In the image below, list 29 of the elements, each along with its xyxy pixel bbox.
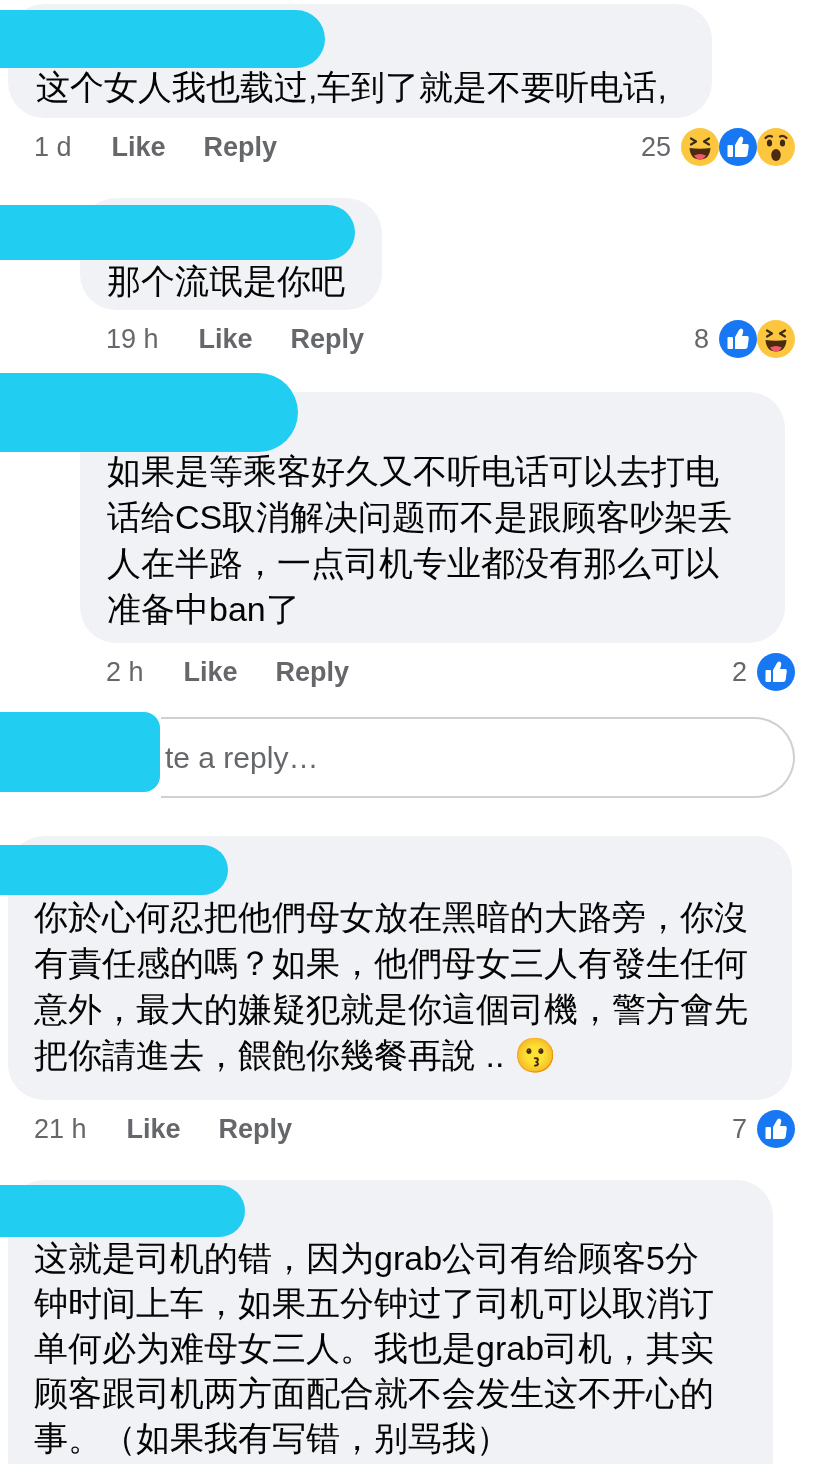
comment-text: 如果是等乘客好久又不听电话可以去打电话给CS取消解决问题而不是跟顾客吵架丢人在半路，一点司机专业都没有那么可以准备中ban了 <box>107 451 734 630</box>
reply-button[interactable]: Reply <box>218 1108 293 1150</box>
reply-input-field[interactable]: te a reply… <box>161 717 795 798</box>
reaction-count: 7 <box>731 1112 747 1146</box>
laughing-face-icon <box>681 128 719 166</box>
reply-button[interactable]: Reply <box>275 651 350 693</box>
comment-time: 19 h <box>106 322 159 356</box>
comment-text: 这就是司机的错，因为grab公司有给顾客5分钟时间上车，如果五分钟过了司机可以取消订单何必为难母女三人。我也是grab司机，其实顾客跟司机两方面配合就不会发生这不开心的事。（如果我有写错，别骂我） <box>34 1238 716 1459</box>
laughing-face-icon <box>757 320 795 358</box>
thumbs-up-icon <box>719 320 757 358</box>
comment-text: 你於心何忍把他們母女放在黑暗的大路旁，你沒有責任感的嗎？如果，他們母女三人有發生任何意外，最大的嫌疑犯就是你這個司機，警方會先把你請進去，餵飽你幾餐再說 .. 😗 <box>34 897 749 1076</box>
reaction-count: 25 <box>640 130 671 164</box>
thumbs-up-icon <box>719 128 757 166</box>
comment-text: 那个流氓是你吧 <box>107 261 346 302</box>
surprised-face-icon <box>757 128 795 166</box>
like-button[interactable]: Like <box>126 1108 181 1150</box>
reply-button[interactable]: Reply <box>203 126 278 168</box>
thumbs-up-icon <box>757 1110 795 1148</box>
comment-time: 2 h <box>106 655 144 689</box>
comment-time: 1 d <box>34 130 72 164</box>
like-button[interactable]: Like <box>183 651 238 693</box>
comment-time: 21 h <box>34 1112 87 1146</box>
reply-button[interactable]: Reply <box>290 318 365 360</box>
reaction-count: 2 <box>731 655 747 689</box>
comment-text: 这个女人我也载过,车到了就是不要听电话, <box>36 67 668 108</box>
reaction-count: 8 <box>693 322 709 356</box>
like-button[interactable]: Like <box>198 318 253 360</box>
like-button[interactable]: Like <box>111 126 166 168</box>
thumbs-up-icon <box>757 653 795 691</box>
